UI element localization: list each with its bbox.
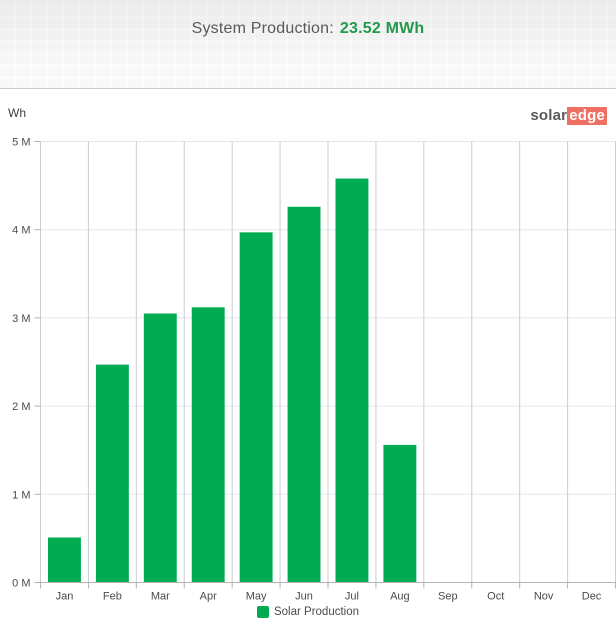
x-tick-label-Oct: Oct	[487, 591, 504, 603]
chart-legend[interactable]: Solar Production	[0, 606, 616, 618]
title-label: System Production:	[191, 20, 334, 37]
x-tick-label-Apr: Apr	[200, 591, 217, 603]
legend-swatch	[256, 606, 269, 618]
x-tick-label-Aug: Aug	[390, 591, 410, 603]
x-tick-label-Sep: Sep	[438, 591, 458, 603]
y-tick-label: 0 M	[12, 578, 30, 590]
legend-label: Solar Production	[273, 606, 360, 618]
y-tick-label: 2 M	[12, 401, 30, 413]
y-tick-label: 4 M	[12, 225, 30, 237]
bar-Apr[interactable]	[191, 307, 225, 583]
production-bar-chart: 0 M 1 M 2 M 3 M 4 M 5 M Jan Feb Mar Apr May Jun Jul A…	[12, 137, 616, 603]
header-divider	[0, 88, 616, 89]
bar-Mar[interactable]	[143, 313, 177, 583]
logo-solar-text: solar	[530, 107, 568, 124]
x-tick-label-May: May	[246, 591, 267, 603]
bar-Aug[interactable]	[383, 444, 417, 583]
x-tick-label-Jan: Jan	[56, 591, 74, 603]
bar-Jun[interactable]	[287, 206, 321, 583]
system-production-widget: System Production: 23.52 MWh Wh solar edge…	[0, 0, 616, 629]
logo-edge-text: edge	[567, 107, 607, 125]
title-value: 23.52 MWh	[339, 20, 425, 37]
page-title: System Production: 23.52 MWh	[0, 20, 616, 38]
bar-Jan[interactable]	[48, 537, 81, 583]
y-axis-unit-label: Wh	[8, 106, 26, 120]
x-tick-label-Jul: Jul	[345, 591, 359, 603]
solaredge-logo: solar edge	[530, 107, 607, 125]
bar-May[interactable]	[239, 232, 273, 583]
y-tick-label: 3 M	[12, 313, 30, 325]
y-tick-label: 1 M	[12, 489, 30, 501]
x-tick-label-Feb: Feb	[103, 591, 122, 603]
bar-Feb[interactable]	[95, 364, 129, 583]
x-tick-label-Dec: Dec	[582, 591, 602, 603]
y-tick-label: 5 M	[12, 137, 30, 149]
x-tick-label-Jun: Jun	[295, 591, 313, 603]
header-band: System Production: 23.52 MWh	[0, 0, 616, 88]
x-tick-label-Mar: Mar	[151, 591, 170, 603]
bar-Jul[interactable]	[335, 178, 369, 583]
x-tick-label-Nov: Nov	[534, 591, 554, 603]
